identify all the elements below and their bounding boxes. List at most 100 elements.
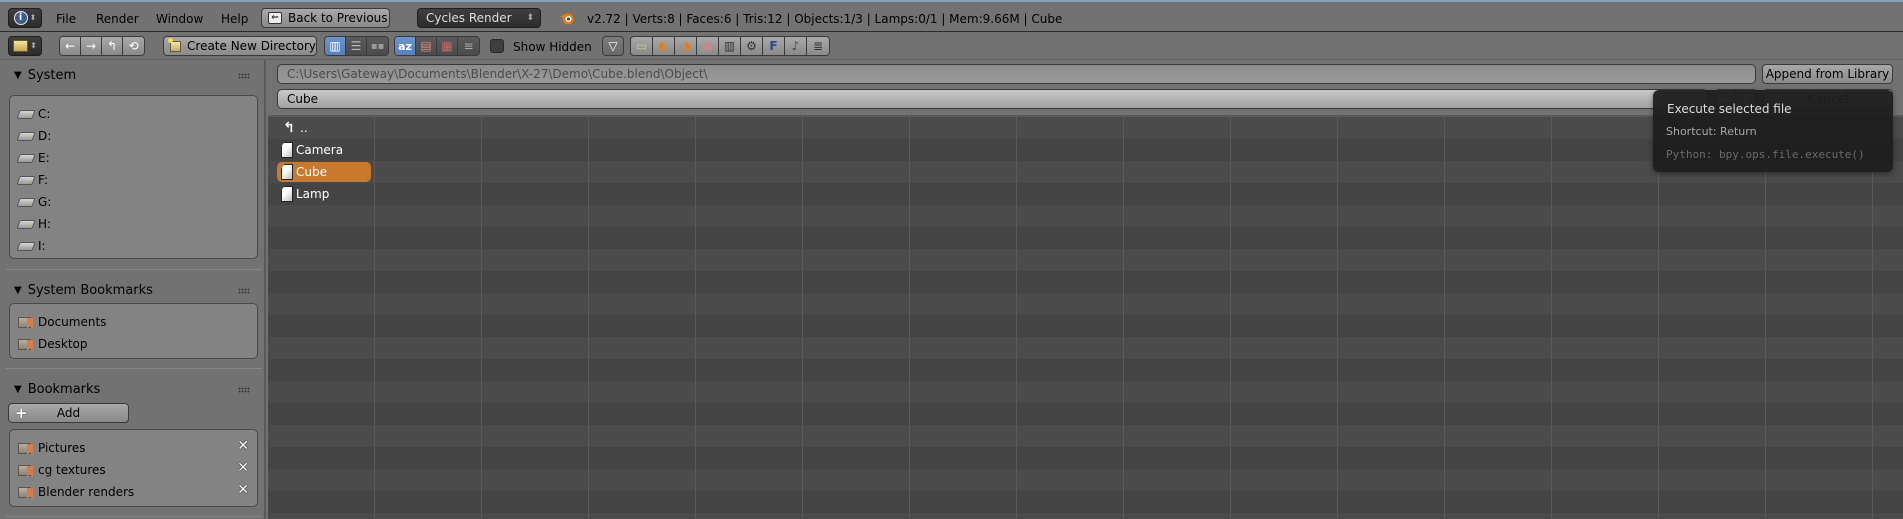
file-type-filter-buttons: ▭ ◐ ◑ ▣ ▥ ⚙ F ♪ ≣ — [630, 36, 830, 56]
document-icon — [281, 186, 293, 202]
parent-directory-item[interactable]: ↰ .. — [277, 118, 371, 138]
system-panel-title: System — [27, 68, 77, 83]
menu-file[interactable]: File — [56, 12, 76, 26]
system-panel-header[interactable]: ▼ System — [14, 68, 76, 83]
system-bookmark-item[interactable]: Desktop — [18, 334, 88, 354]
panel-drag-grip[interactable] — [238, 387, 250, 393]
show-hidden-label[interactable]: Show Hidden — [513, 40, 592, 54]
file-item-lamp[interactable]: Lamp — [277, 184, 371, 204]
drive-item[interactable]: E: — [16, 148, 50, 168]
editor-type-button[interactable]: i ⬍ — [8, 8, 42, 28]
show-hidden-checkbox[interactable] — [490, 39, 504, 53]
drive-icon — [16, 197, 36, 207]
editor-type-button[interactable]: ⬍ — [8, 36, 42, 56]
document-icon — [281, 142, 293, 158]
long-list-icon: ☰ — [350, 39, 362, 53]
append-from-library-label: Append from Library — [1765, 67, 1890, 81]
back-arrow-button[interactable]: ← — [60, 37, 81, 55]
filter-toggle-button[interactable]: ▽ — [602, 36, 624, 56]
filter-blend-backup-button[interactable]: ◑ — [675, 37, 697, 55]
sort-time-button[interactable]: ▦ — [437, 37, 458, 55]
sort-mode-buttons: az ▤ ▦ ≡ — [394, 36, 480, 56]
back-to-previous-button[interactable]: ⇐ Back to Previous — [261, 8, 390, 28]
sort-size-button[interactable]: ≡ — [458, 37, 479, 55]
column-separator — [1872, 117, 1873, 519]
add-bookmark-button[interactable]: + Add — [8, 403, 129, 423]
filename-field[interactable]: Cube — [277, 89, 1708, 109]
remove-bookmark-icon[interactable]: ✕ — [237, 482, 249, 498]
short-list-icon: ▥ — [329, 39, 341, 53]
updown-arrows-icon: ⬍ — [526, 13, 534, 23]
menu-window[interactable]: Window — [156, 12, 203, 26]
drive-label: I: — [38, 239, 46, 253]
bookmark-item[interactable]: cg textures — [18, 460, 248, 480]
drive-item[interactable]: H: — [16, 214, 52, 234]
column-separator — [1123, 117, 1124, 519]
directory-path-field[interactable]: C:\Users\Gateway\Documents\Blender\X-27\… — [277, 64, 1756, 84]
updown-arrows-icon: ⬍ — [30, 41, 37, 50]
drive-label: H: — [38, 217, 52, 231]
menu-help[interactable]: Help — [221, 12, 248, 26]
parent-arrow-icon: ↰ — [283, 120, 295, 136]
forward-arrow-button[interactable]: → — [81, 37, 102, 55]
drive-label: G: — [38, 195, 52, 209]
refresh-button[interactable]: ⟲ — [123, 37, 144, 55]
column-separator — [1551, 117, 1552, 519]
remove-bookmark-icon[interactable]: ✕ — [237, 438, 249, 454]
remove-bookmark-icon[interactable]: ✕ — [237, 460, 249, 476]
drive-item[interactable]: G: — [16, 192, 52, 212]
panel-drag-grip[interactable] — [238, 73, 250, 79]
filter-text-button[interactable]: ≣ — [807, 37, 829, 55]
filter-sounds-button[interactable]: ♪ — [785, 37, 807, 55]
system-bookmarks-panel-header[interactable]: ▼ System Bookmarks — [14, 283, 153, 298]
bookmark-folder-icon — [18, 485, 34, 499]
panel-drag-grip[interactable] — [238, 288, 250, 294]
file-browser-icon — [13, 40, 29, 52]
display-short-list-button[interactable]: ▥ — [325, 37, 346, 55]
drive-item[interactable]: C: — [16, 104, 50, 124]
create-new-directory-button[interactable]: Create New Directory — [163, 36, 317, 56]
file-name: Lamp — [296, 187, 330, 201]
render-engine-value: Cycles Render — [426, 11, 512, 25]
bookmark-item[interactable]: Blender renders — [18, 482, 248, 502]
sort-extension-button[interactable]: ▤ — [416, 37, 437, 55]
file-item-camera[interactable]: Camera — [277, 140, 371, 160]
document-icon — [281, 164, 293, 180]
render-engine-dropdown[interactable]: Cycles Render ⬍ — [417, 8, 541, 28]
display-long-list-button[interactable]: ☰ — [346, 37, 367, 55]
filter-folders-button[interactable]: ▭ — [631, 37, 653, 55]
new-folder-icon — [168, 37, 182, 52]
create-new-directory-label: Create New Directory — [187, 39, 316, 53]
file-item-cube[interactable]: Cube — [277, 162, 371, 182]
bookmark-folder-icon — [18, 315, 34, 329]
drive-item[interactable]: F: — [16, 170, 48, 190]
drive-label: D: — [38, 129, 52, 143]
filter-images-button[interactable]: ▣ — [697, 37, 719, 55]
blend-file-filter-icon: ◐ — [658, 39, 669, 53]
text-filter-icon: ≣ — [812, 39, 824, 53]
add-bookmark-label: Add — [56, 406, 81, 420]
filter-blend-button[interactable]: ◐ — [653, 37, 675, 55]
panel-divider — [6, 368, 262, 369]
file-browser-toolbar: ⬍ ← → ↰ ⟲ Create New Directory ▥ ☰ ▪▪ az… — [0, 33, 1903, 60]
parent-directory-label: .. — [300, 121, 308, 135]
drive-item[interactable]: I: — [16, 236, 46, 256]
parent-dir-button[interactable]: ↰ — [102, 37, 123, 55]
menu-render[interactable]: Render — [96, 12, 139, 26]
append-from-library-button[interactable]: Append from Library — [1762, 64, 1893, 84]
bookmarks-box: Pictures ✕ cg textures ✕ Blender renders… — [9, 429, 258, 507]
bookmark-folder-icon — [18, 463, 34, 477]
drive-item[interactable]: D: — [16, 126, 52, 146]
display-thumbnails-button[interactable]: ▪▪ — [367, 37, 388, 55]
bookmarks-panel-header[interactable]: ▼ Bookmarks — [14, 382, 100, 397]
drive-icon — [16, 131, 36, 141]
sort-alpha-button[interactable]: az — [395, 37, 416, 55]
column-separator — [802, 117, 803, 519]
filter-movies-button[interactable]: ▥ — [719, 37, 741, 55]
system-bookmark-item[interactable]: Documents — [18, 312, 106, 332]
column-separator — [1444, 117, 1445, 519]
bookmark-item[interactable]: Pictures — [18, 438, 248, 458]
refresh-icon: ⟲ — [128, 39, 139, 53]
filter-scripts-button[interactable]: ⚙ — [741, 37, 763, 55]
filter-fonts-button[interactable]: F — [763, 37, 785, 55]
